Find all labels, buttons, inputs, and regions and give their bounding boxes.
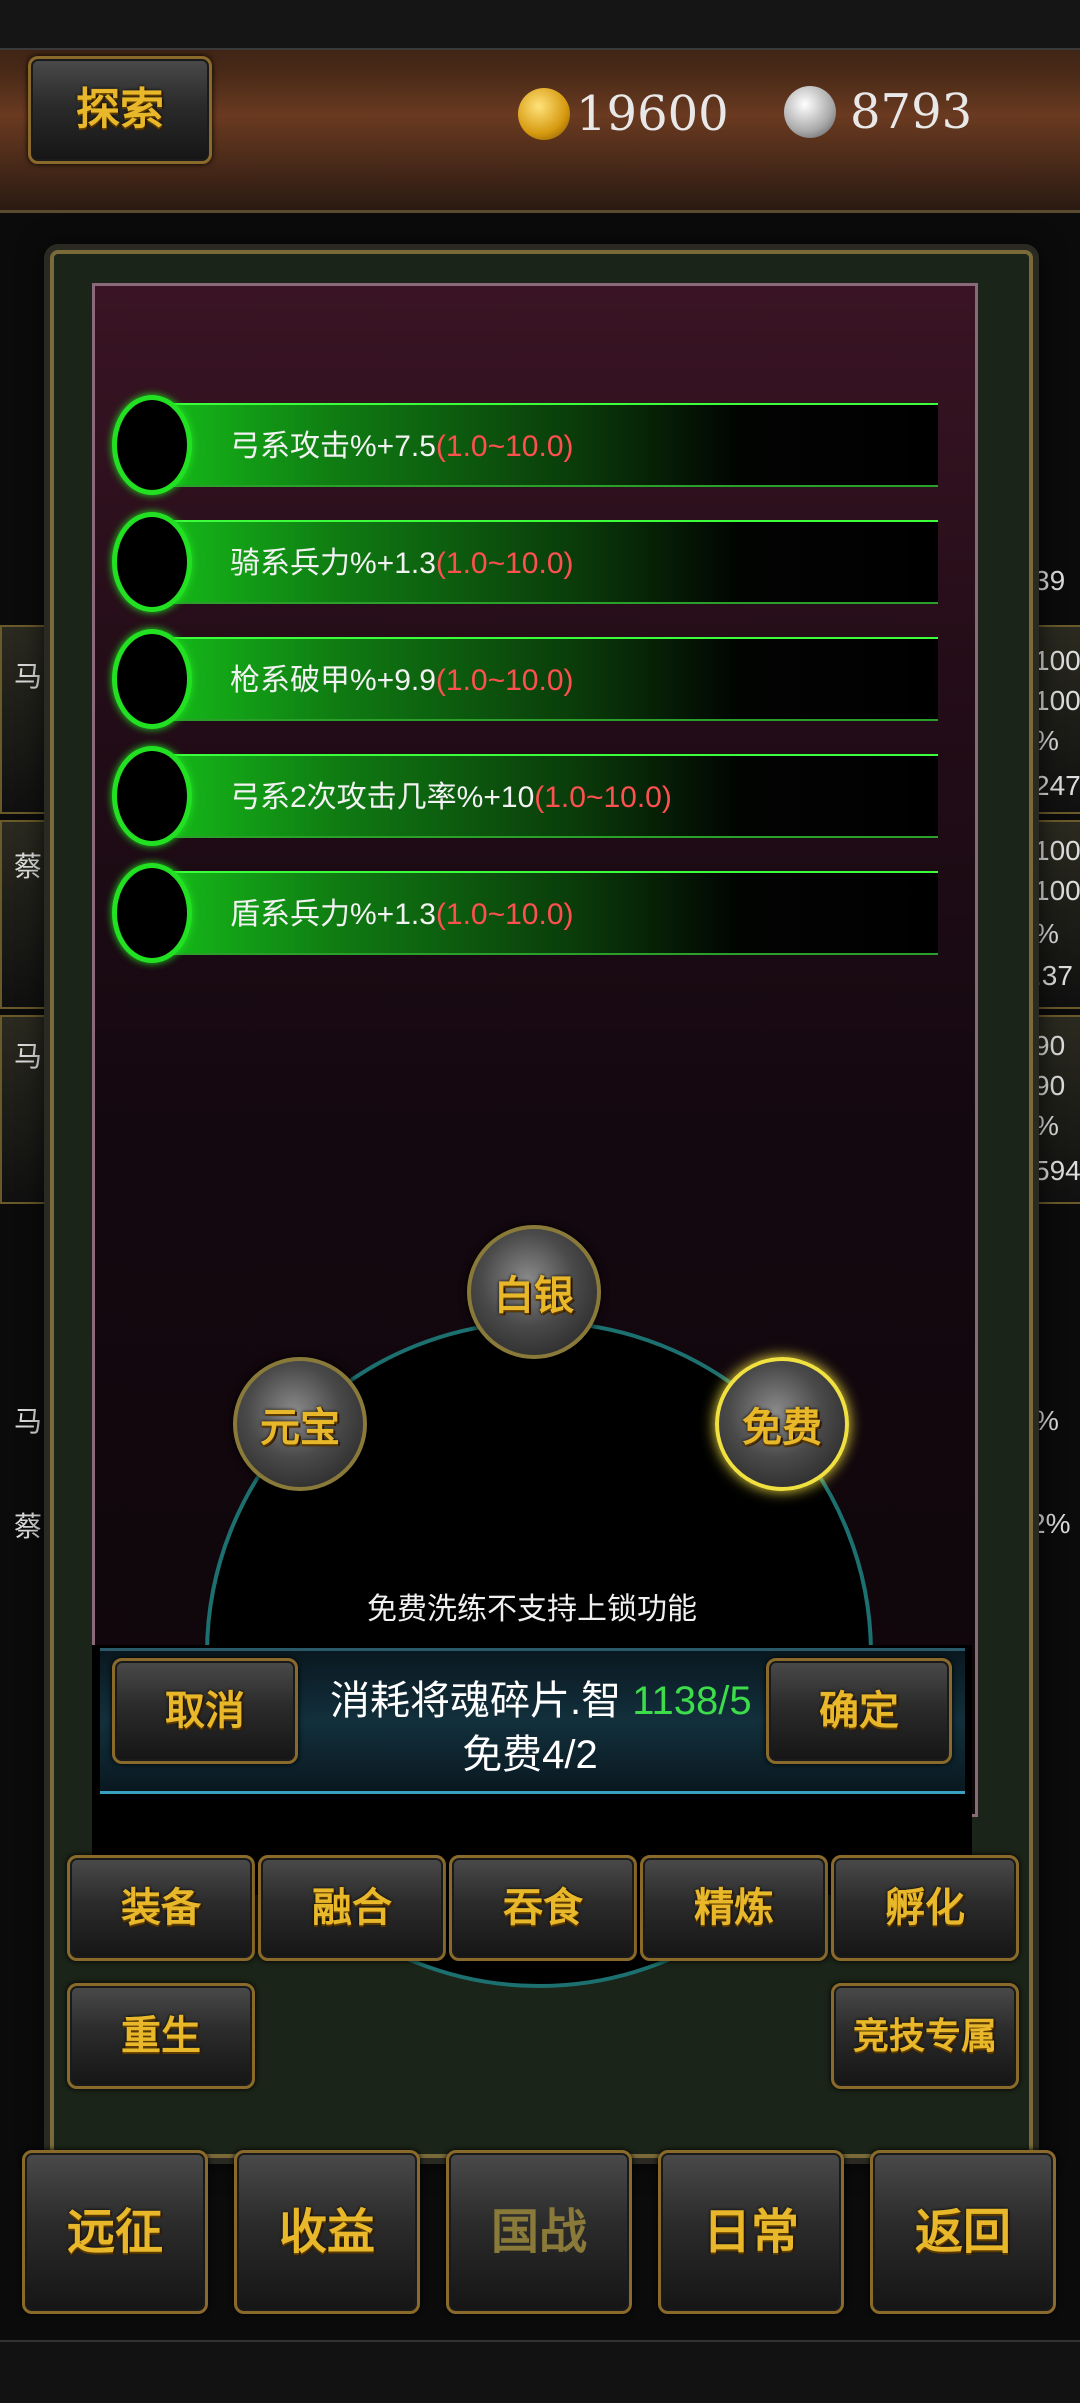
bg-right-v2: 100: [1034, 685, 1080, 716]
nav-expedition-button[interactable]: 远征: [22, 2150, 208, 2314]
bg-right-v4: 247: [1034, 770, 1080, 801]
bg-right-percent-1: %: [1034, 1405, 1059, 1436]
cancel-button[interactable]: 取消: [112, 1658, 298, 1764]
cost-text: 消耗将魂碎片.智 1138/5: [330, 1679, 752, 1723]
silver-value: 8793: [850, 84, 973, 140]
attribute-text: 骑系兵力%+1.3(1.0~10.0): [230, 547, 574, 580]
bg-left-card-1: [0, 625, 52, 814]
nav-daily-button[interactable]: 日常: [658, 2150, 844, 2314]
bg-right-top: 39: [1034, 565, 1066, 596]
attribute-range: (1.0~10.0): [435, 664, 574, 697]
confirm-button[interactable]: 确定: [766, 1658, 952, 1764]
attribute-lock-slot[interactable]: [112, 629, 192, 729]
free-count: 免费4/2: [462, 1733, 598, 1777]
arena-exclusive-button[interactable]: 竞技专属: [831, 1983, 1019, 2089]
attribute-text: 枪系破甲%+9.9(1.0~10.0): [230, 664, 574, 697]
bg-right-v7: %: [1034, 918, 1059, 949]
bg-right-v8: .37: [1034, 960, 1073, 991]
bg-left-name-5: 蔡: [14, 1511, 43, 1542]
attribute-range: (1.0~10.0): [435, 898, 574, 931]
silver-option-label: 白银: [494, 1272, 574, 1319]
free-refine-note: 免费洗练不支持上锁功能: [367, 1593, 697, 1626]
bg-left-name-2: 蔡: [14, 851, 43, 882]
attribute-lock-slot[interactable]: [112, 863, 192, 963]
attribute-text: 盾系兵力%+1.3(1.0~10.0): [230, 898, 574, 931]
attribute-row: 盾系兵力%+1.3(1.0~10.0): [112, 863, 938, 963]
explore-button[interactable]: 探索: [28, 56, 212, 164]
bg-right-percent-2: 2%: [1030, 1508, 1071, 1539]
bg-right-v6: 100: [1034, 875, 1080, 906]
attribute-row: 弓系2次攻击几率%+10(1.0~10.0): [112, 746, 938, 846]
hatch-button[interactable]: 孵化: [831, 1855, 1019, 1961]
bg-right-v12: 594: [1034, 1155, 1080, 1186]
bg-right-v5: 100: [1034, 835, 1080, 866]
ingot-option-label: 元宝: [260, 1404, 340, 1451]
gold-value: 19600: [576, 86, 729, 142]
attribute-lock-slot[interactable]: [112, 746, 192, 846]
free-option-button[interactable]: 免费: [715, 1357, 849, 1491]
nav-income-button[interactable]: 收益: [234, 2150, 420, 2314]
bg-right-v3: %: [1034, 725, 1059, 756]
top-strip: [0, 0, 1080, 50]
cost-value: 1138/5: [632, 1679, 752, 1723]
attribute-text: 弓系攻击%+7.5(1.0~10.0): [230, 430, 574, 463]
bg-right-v11: %: [1034, 1110, 1059, 1141]
bg-right-v9: 90: [1034, 1030, 1066, 1061]
attribute-row: 骑系兵力%+1.3(1.0~10.0): [112, 512, 938, 612]
free-option-label: 免费: [742, 1404, 822, 1451]
attribute-row: 弓系攻击%+7.5(1.0~10.0): [112, 395, 938, 495]
attribute-range: (1.0~10.0): [435, 430, 574, 463]
attribute-lock-slot[interactable]: [112, 512, 192, 612]
attribute-range: (1.0~10.0): [534, 781, 672, 814]
bottom-strip: [0, 2340, 1080, 2403]
nav-nation-war-button[interactable]: 国战: [446, 2150, 632, 2314]
bg-left-name-1: 马: [14, 661, 43, 692]
rebirth-button[interactable]: 重生: [67, 1983, 255, 2089]
devour-button[interactable]: 吞食: [449, 1855, 637, 1961]
bg-left-name-4: 马: [14, 1406, 43, 1437]
attribute-range: (1.0~10.0): [435, 547, 574, 580]
bg-right-v10: 90: [1034, 1070, 1066, 1101]
nav-back-button[interactable]: 返回: [870, 2150, 1056, 2314]
fuse-button[interactable]: 融合: [258, 1855, 446, 1961]
equip-button[interactable]: 装备: [67, 1855, 255, 1961]
ingot-option-button[interactable]: 元宝: [233, 1357, 367, 1491]
attribute-lock-slot[interactable]: [112, 395, 192, 495]
silver-ingot-icon: [784, 86, 836, 138]
attribute-row: 枪系破甲%+9.9(1.0~10.0): [112, 629, 938, 729]
gold-ingot-icon: [518, 88, 570, 140]
attribute-text: 弓系2次攻击几率%+10(1.0~10.0): [230, 781, 672, 814]
refine-button[interactable]: 精炼: [640, 1855, 828, 1961]
bg-left-name-3: 马: [14, 1041, 43, 1072]
bg-right-v1: 100: [1034, 645, 1080, 676]
silver-option-button[interactable]: 白银: [467, 1225, 601, 1359]
